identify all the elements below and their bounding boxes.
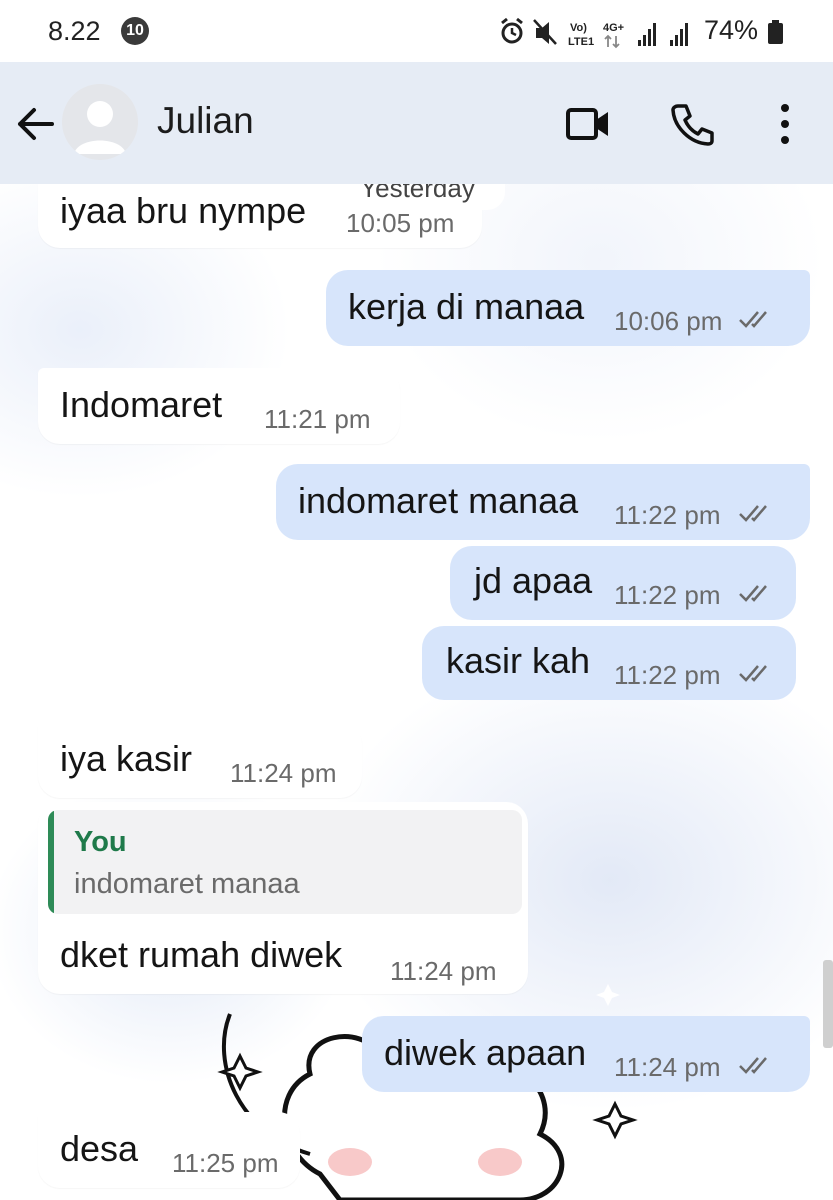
message-time: 11:22 pm — [614, 660, 721, 690]
notification-count-badge: 10 — [121, 17, 149, 45]
volte-icon: Vo) LTE1 — [568, 22, 594, 48]
message-text: dket rumah diwek — [60, 934, 343, 975]
message-time: 11:22 pm — [614, 580, 721, 610]
alarm-icon — [501, 17, 523, 44]
message-text: Indomaret — [60, 384, 223, 425]
message-text: indomaret manaa — [298, 480, 579, 521]
quote-text: indomaret manaa — [74, 868, 300, 900]
avatar[interactable] — [62, 84, 138, 160]
message-text: desa — [60, 1128, 139, 1169]
battery-percent: 74% — [704, 15, 759, 45]
video-call-icon[interactable] — [564, 102, 612, 146]
message-time: 10:06 pm — [614, 306, 723, 336]
message-text: jd apaa — [474, 560, 593, 601]
back-arrow-icon[interactable] — [14, 102, 58, 146]
message-time: 11:22 pm — [614, 500, 721, 530]
quoted-message[interactable]: You indomaret manaa — [48, 810, 522, 914]
quote-accent-bar — [48, 810, 54, 914]
more-vert-icon[interactable] — [770, 102, 800, 146]
read-receipt-icon — [739, 585, 767, 602]
signal-icon-2 — [670, 23, 688, 46]
message-outgoing[interactable]: kerja di manaa 10:06 pm — [326, 270, 810, 346]
scrollbar-thumb[interactable] — [823, 960, 833, 1048]
read-receipt-icon — [739, 505, 767, 522]
signal-icon — [638, 23, 656, 46]
message-outgoing[interactable]: indomaret manaa 11:22 pm — [276, 464, 810, 540]
message-text: diwek apaan — [384, 1032, 587, 1073]
status-bar: 8.22 10 Vo) LTE1 4G+ 74% — [0, 0, 833, 62]
message-time: 11:21 pm — [264, 404, 371, 434]
data-arrows-icon: 4G+ — [603, 22, 624, 49]
status-icons: Vo) LTE1 4G+ — [501, 17, 688, 49]
mute-icon — [533, 19, 557, 45]
message-time: 11:24 pm — [614, 1052, 721, 1082]
message-incoming[interactable]: Indomaret 11:21 pm — [38, 368, 400, 444]
message-text: kasir kah — [446, 640, 591, 681]
read-receipt-icon — [739, 311, 767, 328]
avatar-icon — [62, 84, 138, 160]
message-incoming-reply[interactable]: You indomaret manaa dket rumah diwek 11:… — [38, 802, 528, 994]
phone-icon[interactable] — [668, 100, 716, 148]
quote-author: You — [74, 826, 127, 858]
status-time: 8.22 — [48, 16, 101, 46]
read-receipt-icon — [739, 665, 767, 682]
battery-icon — [768, 20, 783, 44]
message-time: 11:25 pm — [172, 1148, 279, 1178]
message-text: iyaa bru nympe — [60, 190, 307, 231]
message-text: iya kasir — [60, 738, 193, 779]
message-outgoing[interactable]: kasir kah 11:22 pm — [422, 626, 796, 700]
svg-text:LTE1: LTE1 — [568, 36, 594, 48]
message-incoming[interactable]: iya kasir 11:24 pm — [38, 722, 362, 798]
svg-text:Vo): Vo) — [570, 22, 587, 34]
message-text: kerja di manaa — [348, 286, 585, 327]
message-outgoing[interactable]: jd apaa 11:22 pm — [450, 546, 796, 620]
message-incoming[interactable]: desa 11:25 pm — [38, 1112, 300, 1188]
message-time: 11:24 pm — [230, 758, 337, 788]
message-list[interactable]: iyaa bru nympe 10:05 pm Yesterday kerja … — [0, 184, 833, 1200]
date-separator: Yesterday — [330, 184, 505, 210]
message-time: 11:24 pm — [390, 956, 497, 986]
chat-header: Julian — [0, 62, 833, 184]
contact-name[interactable]: Julian — [157, 100, 254, 142]
message-time: 10:05 pm — [346, 208, 455, 238]
read-receipt-icon — [739, 1057, 767, 1074]
svg-text:4G+: 4G+ — [603, 22, 624, 34]
message-outgoing[interactable]: diwek apaan 11:24 pm — [362, 1016, 810, 1092]
